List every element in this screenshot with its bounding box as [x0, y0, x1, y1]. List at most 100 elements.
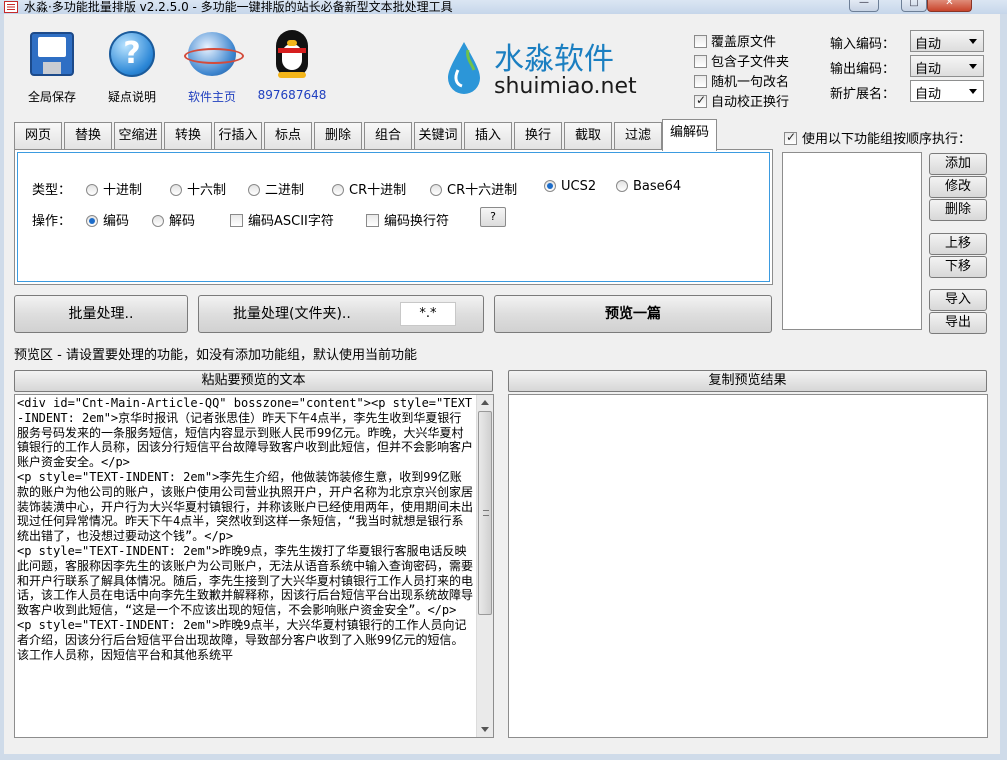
- radio-circle: [430, 184, 442, 196]
- radio-circle: [86, 184, 98, 196]
- checkbox-label: 覆盖原文件: [711, 35, 777, 50]
- scroll-up-icon[interactable]: [477, 395, 493, 411]
- brand-name: 水淼软件: [494, 42, 614, 77]
- radio-circle: [248, 184, 260, 196]
- output-encoding-label: 输出编码：: [830, 62, 896, 77]
- tab-codec[interactable]: 编解码: [662, 119, 717, 151]
- use-sequence-checkbox[interactable]: 使用以下功能组按顺序执行：: [784, 128, 971, 147]
- tab-linebreak[interactable]: 换行: [514, 122, 562, 150]
- op-encode-radio[interactable]: 编码: [86, 210, 129, 229]
- preview-one-button[interactable]: 预览一篇: [494, 295, 772, 333]
- type-decimal-radio[interactable]: 十进制: [86, 179, 142, 198]
- radio-label: UCS2: [561, 179, 597, 194]
- tab-line-insert[interactable]: 行插入: [214, 122, 262, 150]
- overwrite-original-checkbox[interactable]: 覆盖原文件: [694, 31, 776, 50]
- help-button[interactable]: ? 疑点说明: [96, 28, 168, 105]
- chevron-down-icon: [969, 64, 977, 69]
- tab-filter[interactable]: 过滤: [614, 122, 662, 150]
- paste-preview-button[interactable]: 粘贴要预览的文本: [14, 370, 493, 392]
- minimize-icon: —: [859, 0, 869, 8]
- checkbox-box: [694, 93, 707, 108]
- op-decode-radio[interactable]: 解码: [152, 210, 195, 229]
- radio-circle: [332, 184, 344, 196]
- type-hex-radio[interactable]: 十六制: [170, 179, 226, 198]
- operation-label: 操作：: [32, 214, 72, 229]
- window-title: 水淼·多功能批量排版 v2.2.5.0 - 多功能一键排版的站长必备新型文本批处…: [24, 0, 453, 14]
- select-value: 自动: [915, 87, 942, 102]
- new-extension-label: 新扩展名：: [830, 87, 896, 102]
- checkbox-box: [694, 35, 707, 48]
- qq-penguin-icon: [266, 28, 318, 80]
- homepage-link[interactable]: 软件主页: [176, 28, 248, 105]
- global-save-button[interactable]: 全局保存: [16, 28, 88, 105]
- file-mask-input[interactable]: *.*: [400, 302, 456, 326]
- source-text: <div id="Cnt-Main-Article-QQ" bosszone="…: [17, 396, 474, 662]
- tab-web[interactable]: 网页: [14, 122, 62, 150]
- add-button[interactable]: 添加: [929, 153, 987, 175]
- tab-combine[interactable]: 组合: [364, 122, 412, 150]
- close-button[interactable]: ✕: [927, 0, 972, 12]
- checkbox-box: [784, 130, 797, 145]
- type-ucs2-radio[interactable]: UCS2: [544, 179, 596, 194]
- tab-convert[interactable]: 转换: [164, 122, 212, 150]
- radio-label: CR十六进制: [447, 183, 518, 198]
- source-textarea[interactable]: <div id="Cnt-Main-Article-QQ" bosszone="…: [14, 394, 494, 738]
- tab-extract[interactable]: 截取: [564, 122, 612, 150]
- codec-panel: 类型： 十进制 十六制 二进制 CR十进制 CR十六进制 UCS2 Base64…: [14, 149, 773, 285]
- tab-indent[interactable]: 空缩进: [114, 122, 162, 150]
- homepage-label: 软件主页: [187, 90, 236, 104]
- type-base64-radio[interactable]: Base64: [616, 179, 681, 194]
- tab-insert[interactable]: 插入: [464, 122, 512, 150]
- input-encoding-select[interactable]: 自动: [910, 30, 984, 52]
- encode-linebreak-checkbox[interactable]: 编码换行符: [366, 210, 449, 229]
- input-encoding-label: 输入编码：: [830, 37, 896, 52]
- maximize-button[interactable]: □: [901, 0, 927, 12]
- radio-circle: [170, 184, 182, 196]
- tab-replace[interactable]: 替换: [64, 122, 112, 150]
- scroll-thumb[interactable]: [478, 411, 492, 615]
- radio-circle: [616, 180, 628, 192]
- scroll-down-icon[interactable]: [477, 721, 493, 737]
- select-value: 自动: [915, 62, 942, 77]
- delete-button[interactable]: 删除: [929, 199, 987, 221]
- move-up-button[interactable]: 上移: [929, 233, 987, 255]
- checkbox-box: [230, 214, 243, 227]
- source-scrollbar[interactable]: [476, 395, 493, 737]
- global-save-label: 全局保存: [27, 90, 76, 104]
- move-down-button[interactable]: 下移: [929, 256, 987, 278]
- type-cr-hex-radio[interactable]: CR十六进制: [430, 179, 517, 198]
- encode-ascii-checkbox[interactable]: 编码ASCII字符: [230, 210, 334, 229]
- close-icon: ✕: [945, 0, 954, 8]
- type-label: 类型：: [32, 183, 72, 198]
- codec-help-button[interactable]: ?: [480, 207, 506, 227]
- radio-label: 编码: [103, 214, 130, 229]
- output-encoding-select[interactable]: 自动: [910, 55, 984, 77]
- type-binary-radio[interactable]: 二进制: [248, 179, 304, 198]
- auto-fix-linebreak-checkbox[interactable]: 自动校正换行: [694, 91, 789, 110]
- radio-label: Base64: [633, 179, 682, 194]
- tab-keywords[interactable]: 关键词: [414, 122, 462, 150]
- export-button[interactable]: 导出: [929, 312, 987, 334]
- maximize-icon: □: [909, 0, 919, 8]
- copy-result-button[interactable]: 复制预览结果: [508, 370, 987, 392]
- minimize-button[interactable]: —: [849, 0, 879, 12]
- result-textarea[interactable]: [508, 394, 988, 738]
- preview-note: 预览区 - 请设置要处理的功能，如没有添加功能组，默认使用当前功能: [14, 348, 417, 363]
- import-button[interactable]: 导入: [929, 289, 987, 311]
- checkbox-box: [366, 214, 379, 227]
- title-bar: 水淼·多功能批量排版 v2.2.5.0 - 多功能一键排版的站长必备新型文本批处…: [0, 0, 1007, 14]
- modify-button[interactable]: 修改: [929, 176, 987, 198]
- function-group-list[interactable]: [782, 152, 922, 330]
- tab-delete[interactable]: 删除: [314, 122, 362, 150]
- qq-link[interactable]: 897687648: [256, 28, 328, 102]
- brand-domain: shuimiao.net: [494, 74, 637, 99]
- random-rename-checkbox[interactable]: 随机一句改名: [694, 71, 789, 90]
- include-subfolders-checkbox[interactable]: 包含子文件夹: [694, 51, 789, 70]
- tab-punctuation[interactable]: 标点: [264, 122, 312, 150]
- new-extension-select[interactable]: 自动: [910, 80, 984, 102]
- checkbox-label: 使用以下功能组按顺序执行：: [802, 132, 972, 147]
- type-cr-decimal-radio[interactable]: CR十进制: [332, 179, 406, 198]
- batch-process-button[interactable]: 批量处理..: [14, 295, 188, 333]
- radio-circle: [152, 215, 164, 227]
- radio-circle: [544, 180, 556, 192]
